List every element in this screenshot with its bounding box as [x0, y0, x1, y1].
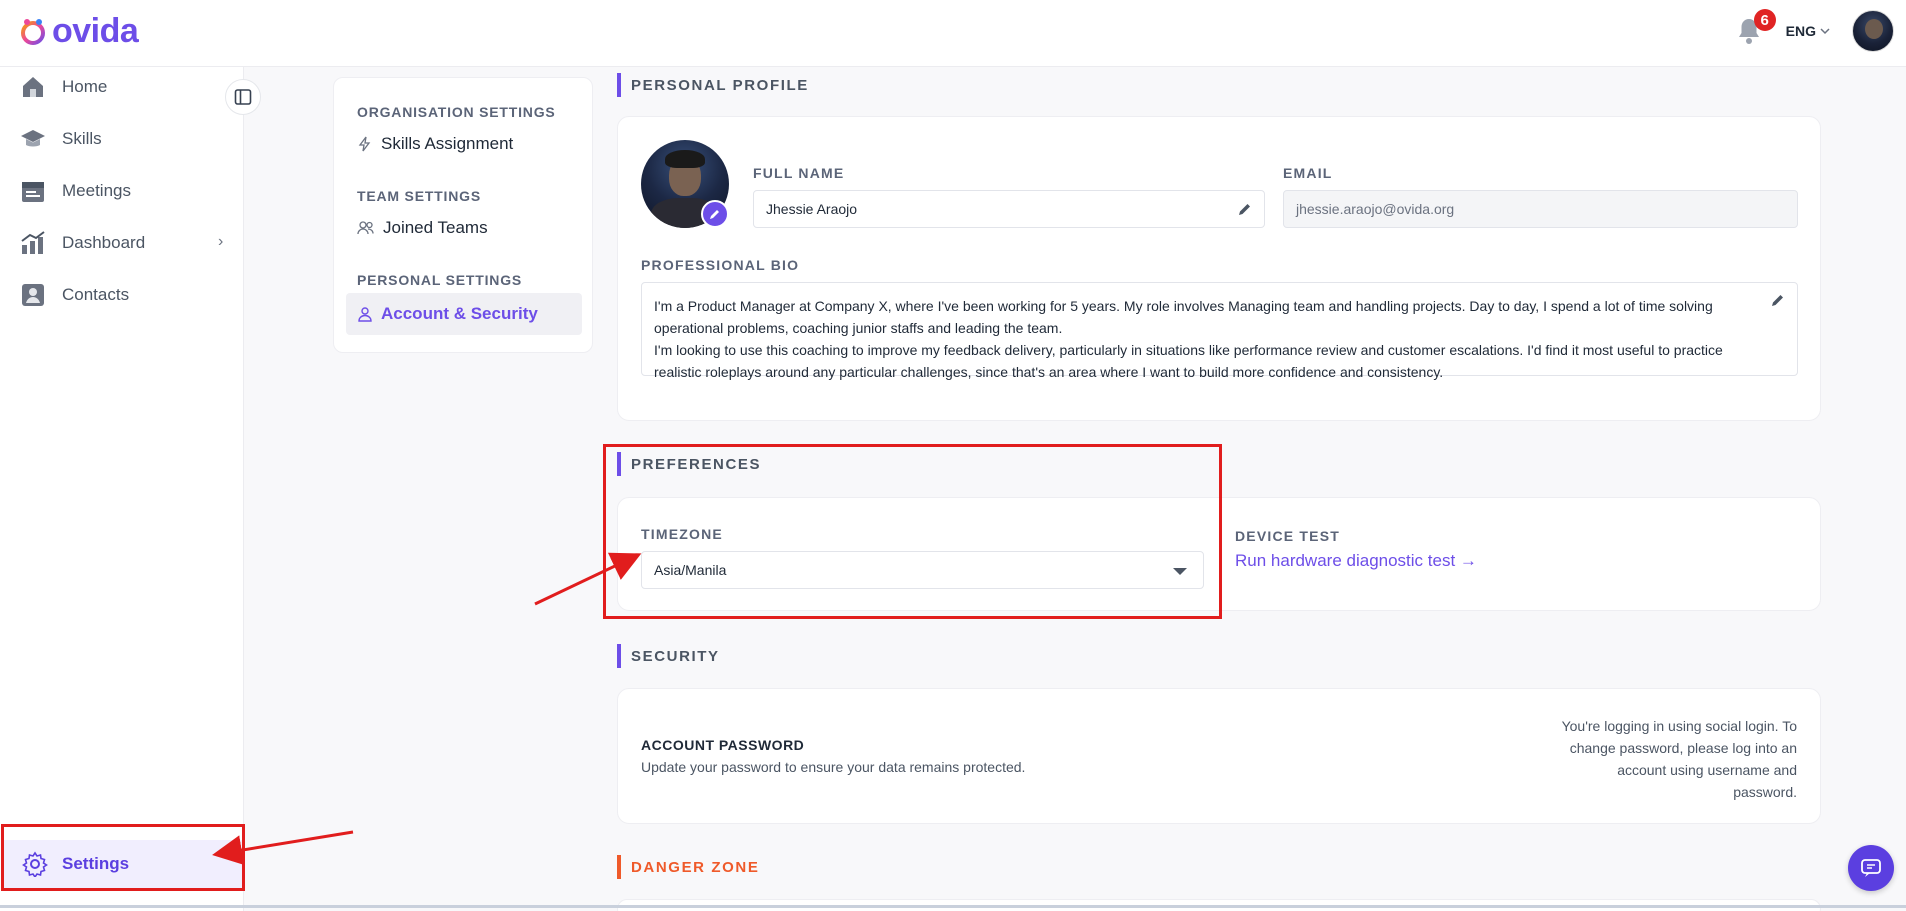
sidebar-collapse-button[interactable]	[225, 79, 261, 115]
run-diagnostic-link[interactable]: Run hardware diagnostic test →	[1235, 551, 1477, 571]
chat-icon	[1861, 859, 1881, 877]
sidebar-item-label: Contacts	[62, 285, 130, 304]
security-card: ACCOUNT PASSWORD Update your password to…	[617, 688, 1821, 824]
sidebar-item-label: Meetings	[62, 181, 131, 200]
pencil-icon	[710, 210, 719, 219]
full-name-field[interactable]: Jhessie Araojo	[753, 190, 1265, 228]
timezone-label: TIMEZONE	[641, 526, 723, 542]
full-name-label: FULL NAME	[753, 165, 845, 181]
timezone-value: Asia/Manila	[654, 562, 727, 578]
settings-item-skills-assignment[interactable]: Skills Assignment	[357, 134, 513, 154]
sidebar-item-label: Home	[62, 77, 108, 96]
language-selector[interactable]: ENG	[1786, 23, 1830, 39]
profile-card: FULL NAME Jhessie Araojo EMAIL jhessie.a…	[617, 116, 1821, 421]
timezone-select[interactable]: Asia/Manila	[641, 551, 1204, 589]
logo-text: ovida	[52, 12, 139, 50]
settings-item-joined-teams[interactable]: Joined Teams	[357, 218, 488, 238]
graduation-cap-icon	[20, 126, 46, 152]
chevron-right-icon[interactable]: ›	[218, 233, 223, 251]
sidebar-item-label: Skills	[62, 129, 102, 148]
language-label: ENG	[1785, 23, 1816, 39]
bio-paragraph: I'm a Product Manager at Company X, wher…	[654, 298, 1713, 336]
full-name-value: Jhessie Araojo	[766, 201, 858, 217]
home-icon	[20, 74, 46, 100]
section-security: SECURITY	[617, 644, 720, 668]
bio-paragraph: I'm looking to use this coaching to impr…	[654, 342, 1723, 380]
sidebar-item-settings[interactable]: Settings	[4, 840, 242, 888]
social-login-note: You're logging in using social login. To…	[1561, 718, 1797, 800]
user-avatar[interactable]	[1852, 10, 1894, 52]
sidebar-item-meetings[interactable]: Meetings	[20, 173, 131, 209]
section-preferences: PREFERENCES	[617, 452, 761, 476]
email-label: EMAIL	[1283, 165, 1333, 181]
sidebar-item-home[interactable]: Home	[20, 69, 107, 105]
ovida-logo[interactable]: ovida	[18, 12, 139, 51]
user-icon	[358, 307, 372, 322]
chevron-down-icon	[1820, 28, 1830, 35]
contact-card-icon	[20, 282, 46, 308]
caret-down-icon	[1173, 568, 1187, 575]
notification-bell[interactable]: 6	[1734, 9, 1776, 51]
pencil-icon[interactable]	[1238, 202, 1252, 216]
preferences-card: TIMEZONE Asia/Manila DEVICE TEST Run har…	[617, 497, 1821, 611]
sidebar: Home Skills Meetings Dashboard › Contact…	[0, 67, 244, 911]
chart-icon	[20, 230, 46, 256]
settings-nav-card: ORGANISATION SETTINGS Skills Assignment …	[333, 77, 593, 353]
gear-icon	[22, 851, 48, 877]
chat-support-button[interactable]	[1848, 845, 1894, 891]
top-header: ovida 6 ENG	[0, 0, 1906, 67]
settings-section-org: ORGANISATION SETTINGS	[357, 104, 556, 120]
section-danger-zone: DANGER ZONE	[617, 855, 759, 879]
sidebar-item-skills[interactable]: Skills	[20, 121, 102, 157]
calendar-icon	[20, 178, 46, 204]
email-value: jhessie.araojo@ovida.org	[1296, 201, 1455, 217]
team-icon	[357, 221, 374, 235]
sidebar-toggle-icon	[234, 89, 252, 105]
sidebar-item-dashboard[interactable]: Dashboard	[20, 225, 145, 261]
sidebar-item-label: Dashboard	[62, 233, 146, 252]
settings-item-label: Account & Security	[381, 304, 538, 323]
bottom-divider	[0, 905, 1906, 908]
lightning-icon	[358, 136, 371, 152]
account-password-title: ACCOUNT PASSWORD	[641, 737, 805, 753]
settings-section-team: TEAM SETTINGS	[357, 188, 481, 204]
bio-textarea[interactable]: I'm a Product Manager at Company X, wher…	[641, 282, 1798, 380]
settings-item-account-security[interactable]: Account & Security	[346, 293, 582, 335]
email-field: jhessie.araojo@ovida.org	[1283, 190, 1798, 228]
edit-photo-button[interactable]	[701, 200, 729, 228]
settings-section-personal: PERSONAL SETTINGS	[357, 272, 523, 288]
sidebar-item-label: Settings	[62, 854, 130, 873]
section-personal-profile: PERSONAL PROFILE	[617, 73, 809, 97]
logo-mark-icon	[21, 18, 45, 45]
settings-item-label: Joined Teams	[383, 218, 488, 237]
notification-count-badge: 6	[1753, 9, 1776, 31]
device-test-label: DEVICE TEST	[1235, 528, 1340, 544]
account-password-subtitle: Update your password to ensure your data…	[641, 759, 1026, 775]
settings-item-label: Skills Assignment	[381, 134, 514, 153]
bio-label: PROFESSIONAL BIO	[641, 257, 800, 273]
pencil-icon[interactable]	[1771, 293, 1785, 307]
sidebar-item-contacts[interactable]: Contacts	[20, 277, 129, 313]
